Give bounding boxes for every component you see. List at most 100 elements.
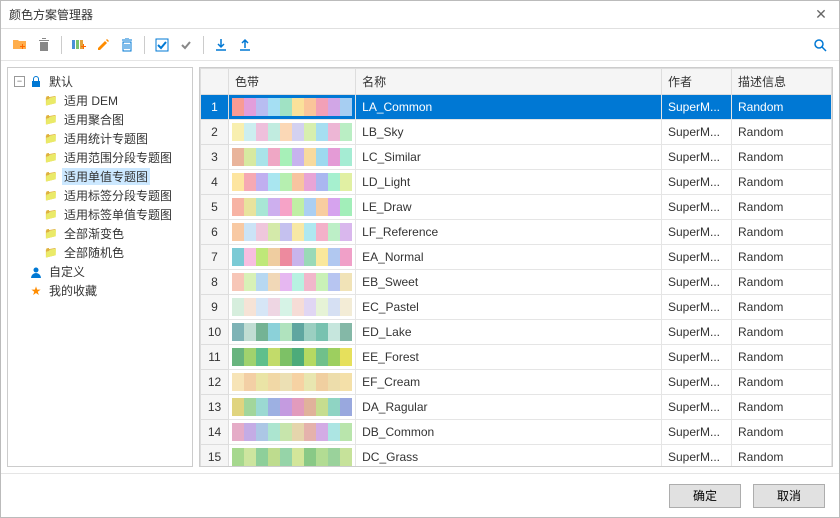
tree-label: 适用标签分段专题图 bbox=[62, 187, 174, 204]
cancel-button[interactable]: 取消 bbox=[753, 484, 825, 508]
row-number: 13 bbox=[201, 395, 229, 420]
table-row[interactable]: 3 LC_Similar SuperM... Random bbox=[201, 145, 832, 170]
cell-ramp bbox=[229, 145, 356, 170]
tree-label: 自定义 bbox=[47, 263, 87, 280]
table-row[interactable]: 1 LA_Common SuperM... Random bbox=[201, 95, 832, 120]
color-ramp bbox=[232, 198, 352, 216]
new-folder-button[interactable] bbox=[9, 34, 31, 56]
col-desc[interactable]: 描述信息 bbox=[732, 69, 832, 95]
cell-ramp bbox=[229, 320, 356, 345]
col-name[interactable]: 名称 bbox=[356, 69, 662, 95]
tree-node-item[interactable]: 全部渐变色 bbox=[10, 224, 190, 243]
cell-ramp bbox=[229, 370, 356, 395]
cell-name: EE_Forest bbox=[356, 345, 662, 370]
cell-author: SuperM... bbox=[662, 195, 732, 220]
color-ramp bbox=[232, 273, 352, 291]
export-button[interactable] bbox=[234, 34, 256, 56]
table-row[interactable]: 6 LF_Reference SuperM... Random bbox=[201, 220, 832, 245]
check-button[interactable] bbox=[151, 34, 173, 56]
palette-add-button[interactable] bbox=[68, 34, 90, 56]
cell-ramp bbox=[229, 420, 356, 445]
titlebar: 颜色方案管理器 ✕ bbox=[1, 1, 839, 29]
table-row[interactable]: 14 DB_Common SuperM... Random bbox=[201, 420, 832, 445]
tree-node-item[interactable]: 适用聚合图 bbox=[10, 110, 190, 129]
tree-node-custom[interactable]: 自定义 bbox=[10, 262, 190, 281]
color-ramp bbox=[232, 248, 352, 266]
color-ramp bbox=[232, 173, 352, 191]
tree-node-favorites[interactable]: ★ 我的收藏 bbox=[10, 281, 190, 300]
delete-scheme-button[interactable] bbox=[116, 34, 138, 56]
table-row[interactable]: 11 EE_Forest SuperM... Random bbox=[201, 345, 832, 370]
uncheck-button[interactable] bbox=[175, 34, 197, 56]
cell-ramp bbox=[229, 445, 356, 468]
tree-node-item[interactable]: 适用单值专题图 bbox=[10, 167, 190, 186]
cell-author: SuperM... bbox=[662, 320, 732, 345]
folder-icon bbox=[44, 227, 58, 241]
edit-button[interactable] bbox=[92, 34, 114, 56]
col-ramp[interactable]: 色带 bbox=[229, 69, 356, 95]
color-ramp bbox=[232, 348, 352, 366]
col-index[interactable] bbox=[201, 69, 229, 95]
table-row[interactable]: 4 LD_Light SuperM... Random bbox=[201, 170, 832, 195]
table-row[interactable]: 9 EC_Pastel SuperM... Random bbox=[201, 295, 832, 320]
cell-desc: Random bbox=[732, 445, 832, 468]
row-number: 1 bbox=[201, 95, 229, 120]
cell-ramp bbox=[229, 395, 356, 420]
table-row[interactable]: 7 EA_Normal SuperM... Random bbox=[201, 245, 832, 270]
tree-label: 适用单值专题图 bbox=[62, 168, 150, 185]
cell-desc: Random bbox=[732, 195, 832, 220]
tree-node-item[interactable]: 适用标签单值专题图 bbox=[10, 205, 190, 224]
ok-button[interactable]: 确定 bbox=[669, 484, 741, 508]
cell-desc: Random bbox=[732, 245, 832, 270]
table-row[interactable]: 5 LE_Draw SuperM... Random bbox=[201, 195, 832, 220]
color-ramp bbox=[232, 398, 352, 416]
search-button[interactable] bbox=[809, 34, 831, 56]
cell-name: DC_Grass bbox=[356, 445, 662, 468]
color-ramp bbox=[232, 123, 352, 141]
row-number: 3 bbox=[201, 145, 229, 170]
color-ramp bbox=[232, 148, 352, 166]
cell-author: SuperM... bbox=[662, 345, 732, 370]
cell-ramp bbox=[229, 270, 356, 295]
table-row[interactable]: 8 EB_Sweet SuperM... Random bbox=[201, 270, 832, 295]
window: 颜色方案管理器 ✕ −默认适用 DEM适用聚合图适用统计专题图适用范围分段专题图… bbox=[0, 0, 840, 518]
tree-label: 我的收藏 bbox=[47, 282, 99, 299]
cell-name: ED_Lake bbox=[356, 320, 662, 345]
row-number: 5 bbox=[201, 195, 229, 220]
row-number: 7 bbox=[201, 245, 229, 270]
tree-node-item[interactable]: 适用范围分段专题图 bbox=[10, 148, 190, 167]
cell-author: SuperM... bbox=[662, 420, 732, 445]
cell-author: SuperM... bbox=[662, 120, 732, 145]
cell-name: EF_Cream bbox=[356, 370, 662, 395]
star-icon: ★ bbox=[29, 284, 43, 298]
table-row[interactable]: 15 DC_Grass SuperM... Random bbox=[201, 445, 832, 468]
table-panel[interactable]: 色带 名称 作者 描述信息 1 LA_Common SuperM... Rand… bbox=[199, 67, 833, 467]
delete-button[interactable] bbox=[33, 34, 55, 56]
tree-node-item[interactable]: 适用 DEM bbox=[10, 91, 190, 110]
tree-node-root[interactable]: −默认 bbox=[10, 72, 190, 91]
tree-label: 适用范围分段专题图 bbox=[62, 149, 174, 166]
cell-name: EA_Normal bbox=[356, 245, 662, 270]
table-row[interactable]: 10 ED_Lake SuperM... Random bbox=[201, 320, 832, 345]
folder-icon bbox=[44, 246, 58, 260]
person-icon bbox=[29, 265, 43, 279]
row-number: 2 bbox=[201, 120, 229, 145]
footer: 确定 取消 bbox=[1, 473, 839, 517]
table-row[interactable]: 12 EF_Cream SuperM... Random bbox=[201, 370, 832, 395]
table-row[interactable]: 2 LB_Sky SuperM... Random bbox=[201, 120, 832, 145]
color-ramp bbox=[232, 448, 352, 466]
cell-desc: Random bbox=[732, 420, 832, 445]
tree-node-item[interactable]: 适用统计专题图 bbox=[10, 129, 190, 148]
cell-author: SuperM... bbox=[662, 245, 732, 270]
tree-panel[interactable]: −默认适用 DEM适用聚合图适用统计专题图适用范围分段专题图适用单值专题图适用标… bbox=[7, 67, 193, 467]
cell-name: EC_Pastel bbox=[356, 295, 662, 320]
close-button[interactable]: ✕ bbox=[811, 5, 831, 25]
col-author[interactable]: 作者 bbox=[662, 69, 732, 95]
table-row[interactable]: 13 DA_Ragular SuperM... Random bbox=[201, 395, 832, 420]
tree-node-item[interactable]: 适用标签分段专题图 bbox=[10, 186, 190, 205]
tree-node-item[interactable]: 全部随机色 bbox=[10, 243, 190, 262]
import-button[interactable] bbox=[210, 34, 232, 56]
row-number: 14 bbox=[201, 420, 229, 445]
collapse-icon[interactable]: − bbox=[14, 76, 25, 87]
cell-name: LD_Light bbox=[356, 170, 662, 195]
